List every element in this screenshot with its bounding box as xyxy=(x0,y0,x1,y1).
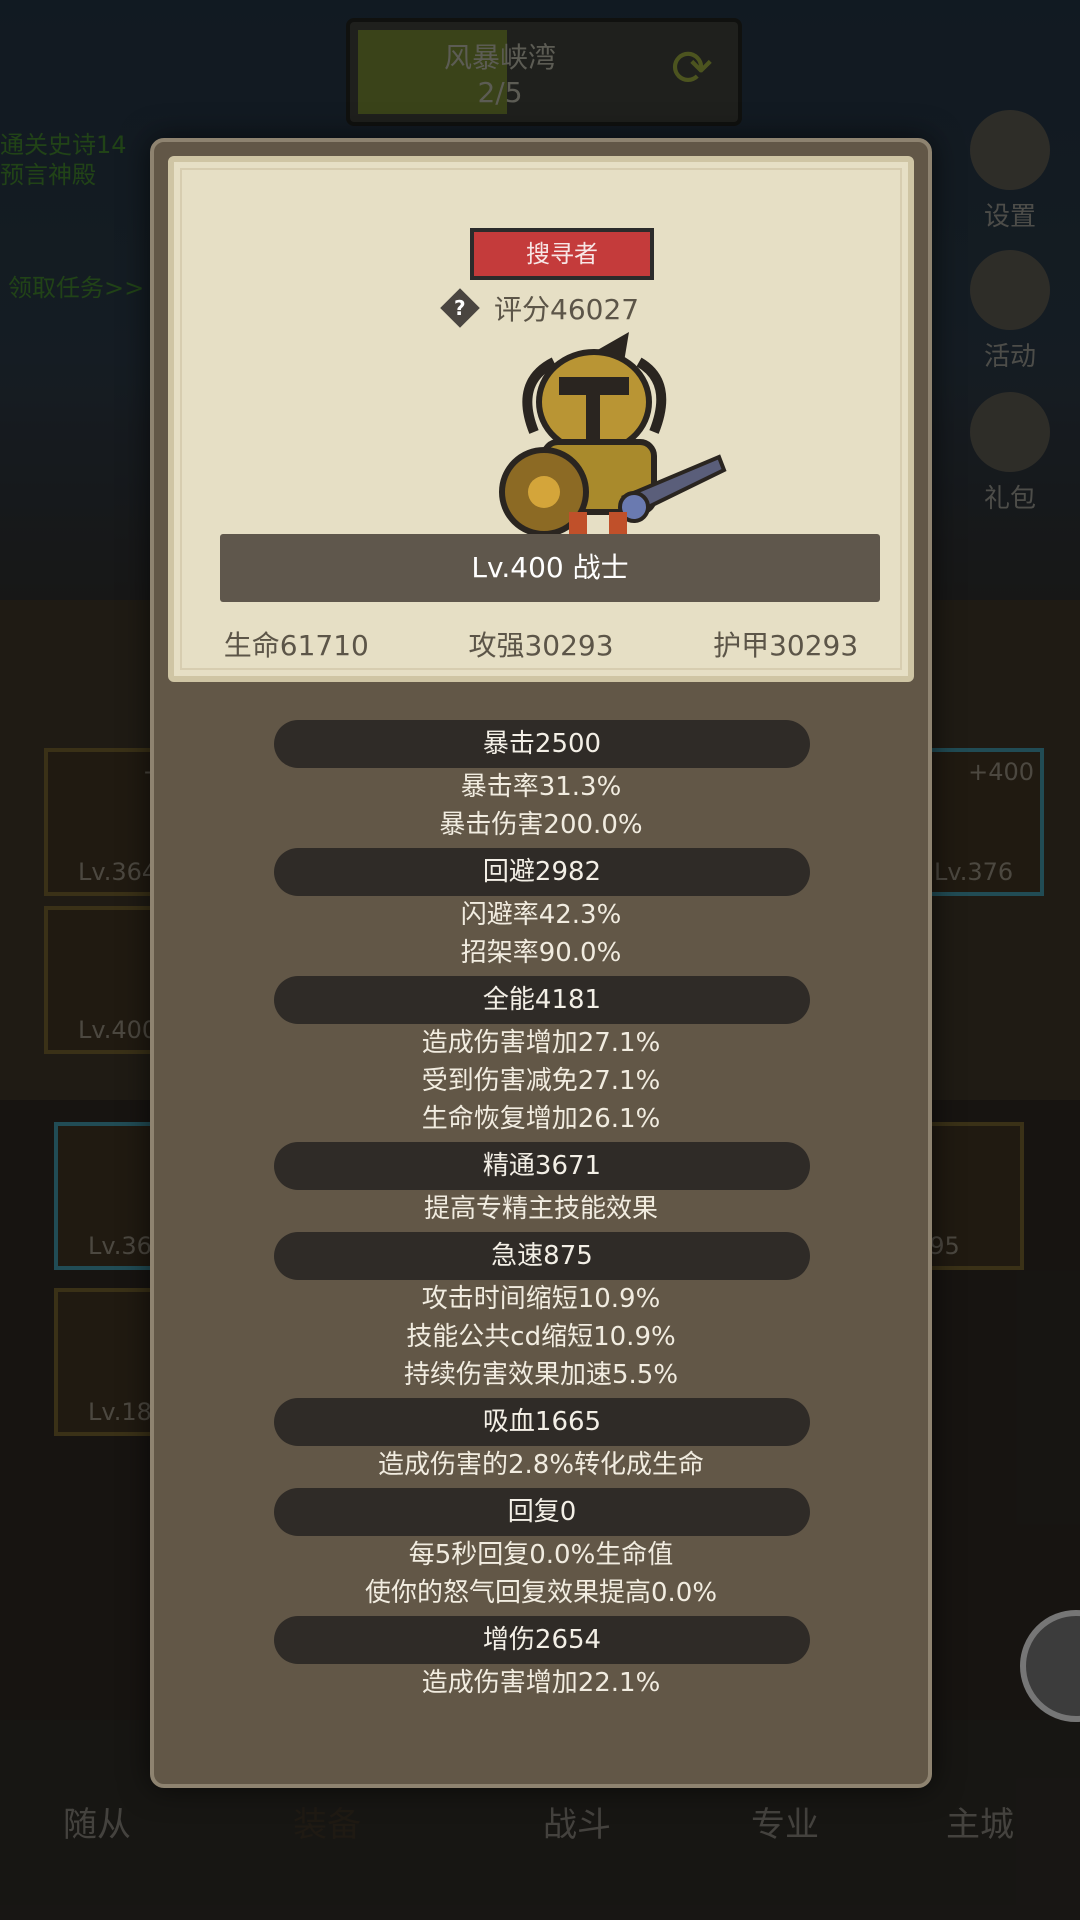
stat-detail: 使你的怒气回复效果提高0.0% xyxy=(364,1578,718,1608)
stat-detail: 技能公共cd缩短10.9% xyxy=(406,1322,676,1352)
level-class-bar: Lv.400 战士 xyxy=(220,534,880,602)
stat-detail: 生命恢复增加26.1% xyxy=(421,1104,661,1134)
stat-header: 回避2982 xyxy=(274,848,810,896)
attack-power-stat: 攻强30293 xyxy=(468,629,614,662)
stat-detail: 造成伤害增加27.1% xyxy=(421,1028,661,1058)
stat-detail: 暴击伤害200.0% xyxy=(439,810,643,840)
stat-detail: 攻击时间缩短10.9% xyxy=(421,1284,661,1314)
stat-header: 吸血1665 xyxy=(274,1398,810,1446)
armor-stat: 护甲30293 xyxy=(713,629,859,662)
base-stats: 生命61710 攻强30293 护甲30293 xyxy=(174,624,908,664)
stat-detail: 造成伤害增加22.1% xyxy=(421,1668,661,1698)
stat-header: 全能4181 xyxy=(274,976,810,1024)
stat-detail: 持续伤害效果加速5.5% xyxy=(403,1360,679,1390)
stat-detail: 受到伤害减免27.1% xyxy=(421,1066,661,1096)
stat-header: 精通3671 xyxy=(274,1142,810,1190)
role-badge: 搜寻者 xyxy=(470,228,654,280)
stat-detail: 暴击率31.3% xyxy=(460,772,622,802)
stat-detail: 每5秒回复0.0%生命值 xyxy=(408,1540,674,1570)
character-attribute-panel: 搜寻者 ? 评分46027 Lv.400 战士 生命61710 攻强30293 … xyxy=(150,138,932,1788)
stat-detail: 招架率90.0% xyxy=(460,938,622,968)
stat-header: 急速875 xyxy=(274,1232,810,1280)
stat-detail: 提高专精主技能效果 xyxy=(423,1194,658,1224)
warrior-portrait xyxy=(499,332,727,542)
stat-header: 增伤2654 xyxy=(274,1616,810,1664)
stat-detail: 闪避率42.3% xyxy=(460,900,622,930)
health-stat: 生命61710 xyxy=(223,629,369,662)
stat-header: 暴击2500 xyxy=(274,720,810,768)
character-card: 搜寻者 ? 评分46027 Lv.400 战士 生命61710 攻强30293 … xyxy=(168,156,914,682)
stat-header: 回复0 xyxy=(274,1488,810,1536)
stat-detail: 造成伤害的2.8%转化成生命 xyxy=(377,1450,705,1480)
